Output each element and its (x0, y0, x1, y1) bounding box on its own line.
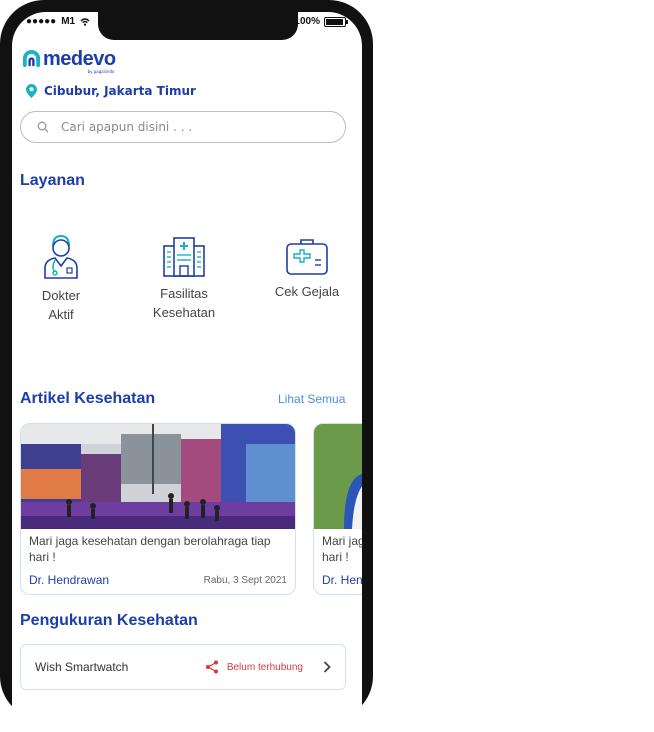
medevo-logo-icon (22, 49, 41, 68)
phone-notch (98, 12, 298, 40)
service-facility-label: Fasilitas Kesehatan (152, 286, 216, 320)
search-bar[interactable] (20, 111, 346, 143)
brand-name: medevo (43, 48, 116, 70)
chevron-right-icon[interactable] (323, 661, 331, 673)
hospital-icon (163, 237, 205, 277)
device-row-smartwatch[interactable]: Wish Smartwatch Belum terhubung (20, 644, 346, 690)
article-author: Dr. Hendrawan (29, 573, 110, 587)
article-card[interactable]: Mari jaga kesehatan dengan berolahraga t… (313, 423, 362, 595)
doctor-icon (44, 234, 78, 279)
location-selector[interactable]: Cibubur, Jakarta Timur (26, 84, 196, 98)
article-excerpt: Mari jaga kesehatan dengan berolahraga t… (29, 534, 271, 564)
article-excerpt: Mari jaga kesehatan dengan berolahraga t… (322, 534, 362, 564)
article-author: Dr. Hendrawan (322, 573, 362, 587)
battery-icon (324, 16, 348, 27)
service-facility[interactable]: Fasilitas Kesehatan (129, 234, 239, 322)
app-screen: ●●●●● M1 100% medevo by pagasindo Cibubu… (12, 12, 362, 732)
connection-status: Belum terhubung (205, 660, 303, 674)
measurement-title: Pengukuran Kesehatan (20, 612, 198, 629)
article-image (21, 424, 295, 529)
service-symptom-label: Cek Gejala (274, 284, 340, 299)
status-bar-left: ●●●●● M1 (26, 16, 90, 27)
phone-frame: ●●●●● M1 100% medevo by pagasindo Cibubu… (0, 0, 373, 732)
search-icon (37, 121, 49, 133)
brand-logo: medevo by pagasindo (22, 48, 116, 74)
status-bar-right: 100% (294, 16, 348, 27)
signal-icon: ●●●●● (26, 16, 57, 27)
article-image (314, 424, 362, 529)
medical-kit-icon (286, 239, 328, 275)
service-doctor[interactable]: Dokter Aktif (12, 232, 116, 324)
article-date: Rabu, 3 Sept 2021 (203, 574, 287, 586)
service-symptom-check[interactable]: Cek Gejala (252, 238, 362, 301)
share-icon (205, 660, 218, 674)
connection-status-text: Belum terhubung (226, 661, 303, 673)
search-input[interactable] (59, 119, 303, 135)
location-text: Cibubur, Jakarta Timur (44, 84, 196, 98)
service-doctor-label: Dokter Aktif (41, 288, 81, 322)
carrier-label: M1 (61, 16, 76, 27)
wifi-icon (80, 17, 90, 26)
services-title: Layanan (20, 172, 85, 189)
location-pin-icon (26, 84, 37, 98)
brand-tagline: by pagasindo (87, 69, 115, 74)
see-all-link[interactable]: Lihat Semua (278, 392, 345, 406)
articles-title: Artikel Kesehatan (20, 390, 156, 407)
battery-percent: 100% (294, 16, 320, 27)
article-card[interactable]: Mari jaga kesehatan dengan berolahraga t… (20, 423, 296, 595)
device-name: Wish Smartwatch (35, 660, 129, 674)
